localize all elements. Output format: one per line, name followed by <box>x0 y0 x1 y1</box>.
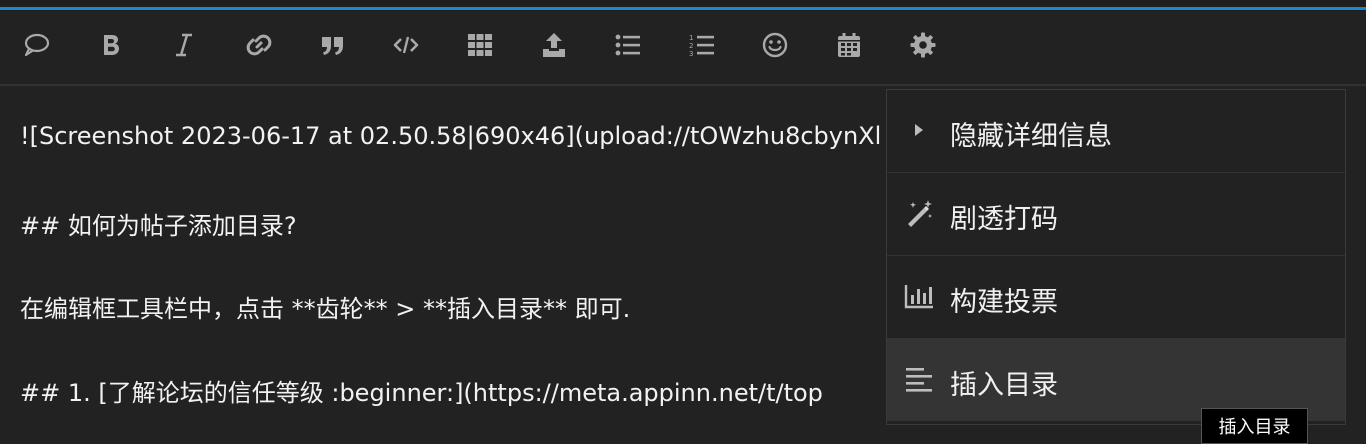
editor-line-2: ## 如何为帖子添加目录? <box>20 212 297 240</box>
menu-item-label: 隐藏详细信息 <box>950 121 1112 152</box>
numbered-list-icon: 1 2 3 <box>689 34 714 58</box>
bulleted-list-icon <box>615 34 640 56</box>
magic-wand-icon <box>903 197 935 229</box>
bulleted-list-button[interactable] <box>610 27 646 63</box>
menu-item-build-poll[interactable]: 构建投票 <box>887 256 1345 339</box>
quote-icon <box>322 37 343 55</box>
gear-button[interactable] <box>905 27 941 63</box>
caret-right-icon <box>903 114 935 146</box>
quote-button[interactable] <box>315 27 351 63</box>
link-button[interactable] <box>241 27 277 63</box>
editor-toolbar: 1 2 3 <box>0 11 1366 86</box>
editor-line-4: ## 1. [了解论坛的信任等级 :beginner:](https://met… <box>20 379 823 407</box>
bold-button[interactable] <box>93 27 129 63</box>
menu-item-label: 剧透打码 <box>950 204 1058 235</box>
code-icon <box>393 36 419 54</box>
gear-icon <box>910 32 936 58</box>
menu-item-spoiler[interactable]: 剧透打码 <box>887 173 1345 256</box>
calendar-icon <box>838 33 860 57</box>
speech-bubble-button[interactable] <box>19 27 55 63</box>
upload-button[interactable] <box>536 27 572 63</box>
code-button[interactable] <box>388 27 424 63</box>
menu-item-label: 构建投票 <box>950 287 1058 318</box>
bar-chart-icon <box>903 280 935 312</box>
gear-dropdown-menu: 隐藏详细信息 剧透打码 构建投票 插入目录 <box>886 89 1346 425</box>
svg-text:1: 1 <box>689 34 693 42</box>
link-icon <box>246 34 272 56</box>
editor-line-1: ![Screenshot 2023-06-17 at 02.50.58|690x… <box>20 122 882 150</box>
svg-text:3: 3 <box>689 50 693 58</box>
upload-icon <box>543 33 565 57</box>
emoji-button[interactable] <box>757 27 793 63</box>
speech-bubble-icon <box>24 33 50 57</box>
svg-text:2: 2 <box>689 42 693 50</box>
menu-item-label: 插入目录 <box>950 370 1058 401</box>
italic-icon <box>176 33 192 57</box>
numbered-list-button[interactable]: 1 2 3 <box>684 27 720 63</box>
top-accent-bar <box>0 0 1366 11</box>
bold-icon <box>104 35 119 55</box>
emoji-icon <box>762 32 788 58</box>
tooltip: 插入目录 <box>1201 408 1308 444</box>
italic-button[interactable] <box>166 27 202 63</box>
editor-line-3: 在编辑框工具栏中，点击 **齿轮** > **插入目录** 即可. <box>20 295 631 323</box>
align-left-icon <box>903 363 935 395</box>
menu-item-hide-details[interactable]: 隐藏详细信息 <box>887 90 1345 173</box>
table-grid-icon <box>468 34 492 56</box>
calendar-button[interactable] <box>831 27 867 63</box>
accent-line <box>0 7 1366 10</box>
table-button[interactable] <box>462 27 498 63</box>
